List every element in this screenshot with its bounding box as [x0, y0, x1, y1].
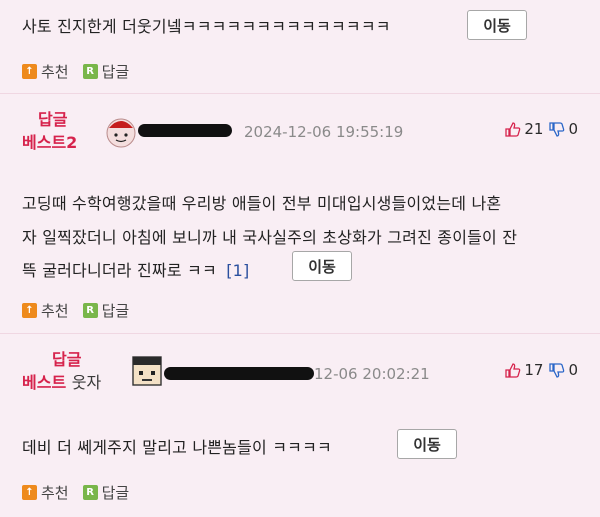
reply-icon: R [82, 63, 98, 79]
avatar [106, 118, 136, 148]
thumbs-down-icon[interactable] [548, 121, 565, 138]
dislike-count: 0 [568, 120, 578, 138]
best-badge-line2-tag: 웃자 [71, 373, 102, 392]
move-button[interactable]: 이동 [292, 251, 352, 281]
vote-area: 21 0 [504, 120, 578, 138]
reply-label: 답글 [101, 62, 130, 81]
comment-header: 답글 베스트2 2024-12-06 19:55:19 21 0 [0, 98, 600, 166]
comment-actions: ↑ 추천 R 답글 [22, 60, 129, 82]
reply-label: 답글 [101, 301, 130, 320]
recommend-icon: ↑ [22, 302, 37, 318]
thumbs-down-icon[interactable] [548, 362, 565, 379]
recommend-button[interactable]: ↑ 추천 [22, 482, 69, 503]
comment-actions: ↑ 추천 R 답글 [22, 299, 129, 321]
comment-text-line: 자 일찍잤더니 아침에 보니까 내 국사실주의 초상화가 그려진 종이들이 잔 [22, 228, 518, 247]
comment-list: 사토 진지한게 더웃기넼ㅋㅋㅋㅋㅋㅋㅋㅋㅋㅋㅋㅋㅋㅋ 이동 ↑ 추천 R 답글 … [0, 0, 600, 517]
reply-icon: R [82, 484, 98, 500]
comment-text-line: 고딩때 수학여행갔을때 우리방 애들이 전부 미대입시생들이었는데 나혼 [22, 194, 502, 213]
reply-count[interactable]: [1] [226, 261, 249, 280]
thumbs-up-icon[interactable] [504, 362, 521, 379]
recommend-label: 추천 [41, 62, 69, 81]
best-badge-line1: 답글 [38, 110, 68, 129]
best-badge-line2-label: 베스트 [22, 373, 67, 392]
move-button[interactable]: 이동 [467, 10, 527, 40]
comment-date: 12-06 20:02:21 [314, 365, 430, 383]
avatar [132, 356, 162, 386]
like-count: 21 [524, 120, 544, 138]
reply-button[interactable]: R 답글 [82, 300, 130, 321]
redacted-username [138, 124, 232, 137]
vote-area: 17 0 [504, 361, 578, 379]
comment-date: 2024-12-06 19:55:19 [244, 123, 404, 141]
recommend-button[interactable]: ↑ 추천 [22, 61, 69, 82]
best-badge-line2: 베스트2 [22, 133, 78, 152]
reply-icon: R [82, 302, 98, 318]
move-button[interactable]: 이동 [397, 429, 457, 459]
comment-text-end: 뜩 굴러다니더라 진짜로 ㅋㅋ [22, 261, 217, 280]
reply-label: 답글 [101, 483, 130, 502]
divider [0, 93, 600, 94]
recommend-label: 추천 [41, 483, 69, 502]
thumbs-up-icon[interactable] [504, 121, 521, 138]
recommend-icon: ↑ [22, 63, 37, 79]
best-badge-line2: 베스트 웃자 [22, 371, 101, 394]
comment-text: 사토 진지한게 더웃기넼ㅋㅋㅋㅋㅋㅋㅋㅋㅋㅋㅋㅋㅋㅋ [22, 17, 391, 36]
comment-actions: ↑ 추천 R 답글 [22, 481, 129, 503]
recommend-label: 추천 [41, 301, 69, 320]
divider [0, 333, 600, 334]
dislike-count: 0 [568, 361, 578, 379]
comment-text: 데비 더 쎄게주지 말리고 나쁜놈들이 ㅋㅋㅋㅋ [22, 438, 332, 457]
like-count: 17 [524, 361, 544, 379]
recommend-button[interactable]: ↑ 추천 [22, 300, 69, 321]
comment-text-line: 뜩 굴러다니더라 진짜로 ㅋㅋ [1] [22, 257, 249, 281]
reply-button[interactable]: R 답글 [82, 482, 130, 503]
best-badge: 답글 베스트 웃자 [22, 348, 101, 394]
reply-button[interactable]: R 답글 [82, 61, 130, 82]
best-badge-line1: 답글 [52, 350, 82, 369]
comment-header: 답글 베스트 웃자 12-06 20:02:21 17 0 [0, 340, 600, 408]
redacted-username [164, 367, 314, 380]
best-badge: 답글 베스트2 [22, 108, 77, 154]
recommend-icon: ↑ [22, 484, 37, 500]
